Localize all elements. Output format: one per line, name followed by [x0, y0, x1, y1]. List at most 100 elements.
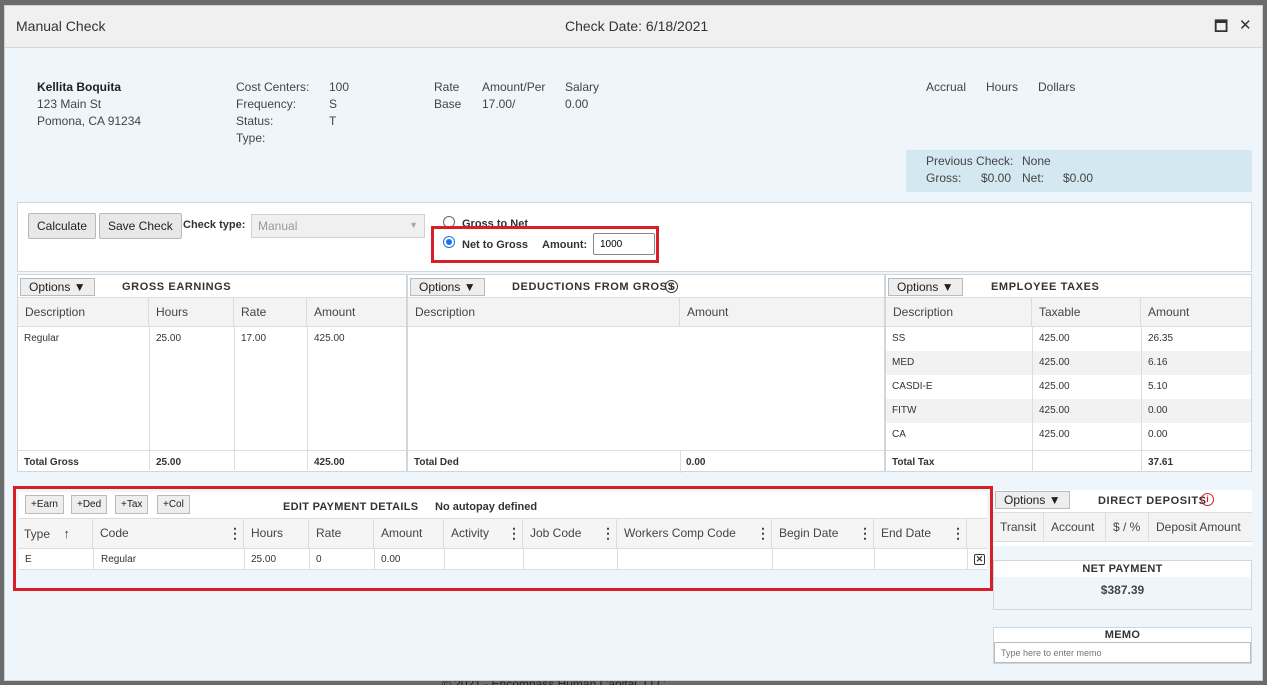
details-values: 100 S T — [329, 79, 349, 130]
total-row: Total Ded 0.00 — [408, 450, 884, 473]
cell-description: CASDI-E — [892, 381, 933, 392]
col-amount[interactable]: Amount — [307, 298, 406, 327]
check-date: Check Date: 6/18/2021 — [565, 18, 709, 34]
col-workers-comp-code[interactable]: Workers Comp Code ⋮ — [617, 519, 772, 548]
col-taxable[interactable]: Taxable — [1032, 298, 1141, 327]
col-begin-date-label: Begin Date — [779, 526, 839, 540]
add-earning-button[interactable]: +Earn — [25, 495, 64, 514]
total-tax-label: Total Tax — [892, 457, 935, 468]
col-divider — [93, 549, 94, 570]
save-check-button[interactable]: Save Check — [99, 213, 182, 239]
col-dollar-percent[interactable]: $ / % — [1106, 513, 1149, 542]
cell-amount: 6.16 — [1148, 357, 1168, 368]
col-divider — [523, 549, 524, 570]
cell-amount: 425.00 — [314, 333, 345, 344]
col-rate[interactable]: Rate — [309, 519, 374, 548]
table-row[interactable]: SS 425.00 26.35 — [886, 327, 1251, 351]
salary-header: Salary — [565, 80, 600, 94]
col-end-date-label: End Date — [881, 526, 932, 540]
cell-type[interactable]: E — [19, 554, 32, 565]
col-type[interactable]: Type ↑ — [19, 519, 93, 548]
col-description[interactable]: Description — [408, 298, 680, 327]
table-row[interactable]: Regular 25.00 17.00 425.00 — [18, 327, 406, 351]
rate-labels: Rate Base — [434, 79, 461, 113]
table-row[interactable]: CA 425.00 0.00 — [886, 423, 1251, 447]
col-activity[interactable]: Activity ⋮ — [444, 519, 523, 548]
table-row[interactable]: CASDI-E 425.00 5.10 — [886, 375, 1251, 399]
column-menu-icon[interactable]: ⋮ — [858, 526, 872, 540]
col-type-label: Type — [24, 527, 51, 541]
chevron-down-icon: ▼ — [409, 220, 418, 230]
col-job-code-label: Job Code — [530, 526, 582, 540]
cell-taxable: 425.00 — [1039, 357, 1070, 368]
col-amount[interactable]: Amount — [680, 298, 884, 327]
total-gross-amount: 425.00 — [314, 457, 345, 468]
total-ded-label: Total Ded — [414, 457, 459, 468]
memo-input[interactable] — [994, 642, 1251, 663]
cell-hours: 25.00 — [156, 333, 182, 344]
cell-description: FITW — [892, 405, 917, 416]
col-deposit-amount[interactable]: Deposit Amount — [1149, 513, 1252, 542]
col-code[interactable]: Code ⋮ — [93, 519, 244, 548]
maximize-icon[interactable]: 🗖 — [1214, 16, 1228, 41]
gross-earnings-options-button[interactable]: Options ▼ — [20, 278, 95, 296]
close-icon[interactable]: ✕ — [1239, 16, 1252, 34]
col-begin-date[interactable]: Begin Date ⋮ — [772, 519, 874, 548]
taxes-header: Description Taxable Amount — [886, 297, 1251, 327]
manual-check-modal: Manual Check Check Date: 6/18/2021 🗖 ✕ K… — [4, 5, 1263, 681]
col-hours[interactable]: Hours — [244, 519, 309, 548]
column-menu-icon[interactable]: ⋮ — [951, 526, 965, 540]
col-job-code[interactable]: Job Code ⋮ — [523, 519, 617, 548]
cell-code[interactable]: Regular — [95, 554, 136, 565]
cell-rate[interactable]: 0 — [310, 554, 322, 565]
cell-hours[interactable]: 25.00 — [245, 554, 276, 565]
add-column-button[interactable]: +Col — [157, 495, 190, 514]
add-tax-button[interactable]: +Tax — [115, 495, 149, 514]
employee-address-line1: 123 Main St — [37, 97, 102, 111]
cell-taxable: 425.00 — [1039, 381, 1070, 392]
autopay-status: No autopay defined — [435, 501, 538, 513]
col-divider — [680, 451, 681, 473]
col-amount[interactable]: Amount — [374, 519, 444, 548]
column-menu-icon[interactable]: ⋮ — [601, 526, 615, 540]
col-workers-comp-label: Workers Comp Code — [624, 526, 736, 540]
col-amount[interactable]: Amount — [1141, 298, 1251, 327]
col-rate[interactable]: Rate — [234, 298, 307, 327]
col-account[interactable]: Account — [1044, 513, 1106, 542]
col-hours[interactable]: Hours — [149, 298, 234, 327]
direct-deposits-options-button[interactable]: Options ▼ — [995, 491, 1070, 509]
delete-row-icon[interactable]: ✕ — [974, 554, 985, 565]
employee-info: Kellita Boquita 123 Main St Pomona, CA 9… — [37, 79, 141, 130]
column-menu-icon[interactable]: ⋮ — [756, 526, 770, 540]
accrual-header-dollars: Dollars — [1038, 80, 1076, 94]
col-transit[interactable]: Transit — [993, 513, 1044, 542]
frequency-value: S — [329, 97, 338, 111]
col-description[interactable]: Description — [886, 298, 1032, 327]
add-deduction-button[interactable]: +Ded — [71, 495, 108, 514]
rate-label: Rate — [434, 80, 460, 94]
col-activity-label: Activity — [451, 526, 490, 540]
column-menu-icon[interactable]: ⋮ — [507, 526, 521, 540]
info-icon[interactable]: i — [665, 280, 678, 293]
table-row[interactable]: FITW 425.00 0.00 — [886, 399, 1251, 423]
check-type-value: Manual — [258, 219, 298, 233]
taxes-options-button[interactable]: Options ▼ — [888, 278, 963, 296]
column-menu-icon[interactable]: ⋮ — [228, 526, 242, 540]
check-type-select[interactable]: Manual ▼ — [251, 214, 425, 238]
deductions-options-button[interactable]: Options ▼ — [410, 278, 485, 296]
base-label: Base — [434, 97, 462, 111]
total-gross-hours: 25.00 — [156, 457, 182, 468]
table-row[interactable]: E Regular 25.00 0 0.00 ✕ — [19, 549, 987, 570]
cell-amount[interactable]: 0.00 — [375, 554, 400, 565]
prev-gross-value: $0.00 — [981, 171, 1012, 185]
col-code-label: Code — [100, 526, 129, 540]
col-description[interactable]: Description — [18, 298, 149, 327]
previous-check-value: None — [1022, 154, 1051, 168]
total-row: Total Gross 25.00 425.00 — [18, 450, 406, 472]
calculate-button[interactable]: Calculate — [28, 213, 97, 239]
table-row[interactable]: MED 425.00 6.16 — [886, 351, 1251, 375]
col-end-date[interactable]: End Date ⋮ — [874, 519, 967, 548]
salary: Salary 0.00 — [565, 79, 599, 113]
cost-centers-label: Cost Centers: — [236, 80, 310, 94]
warning-info-icon[interactable]: i — [1201, 493, 1214, 506]
